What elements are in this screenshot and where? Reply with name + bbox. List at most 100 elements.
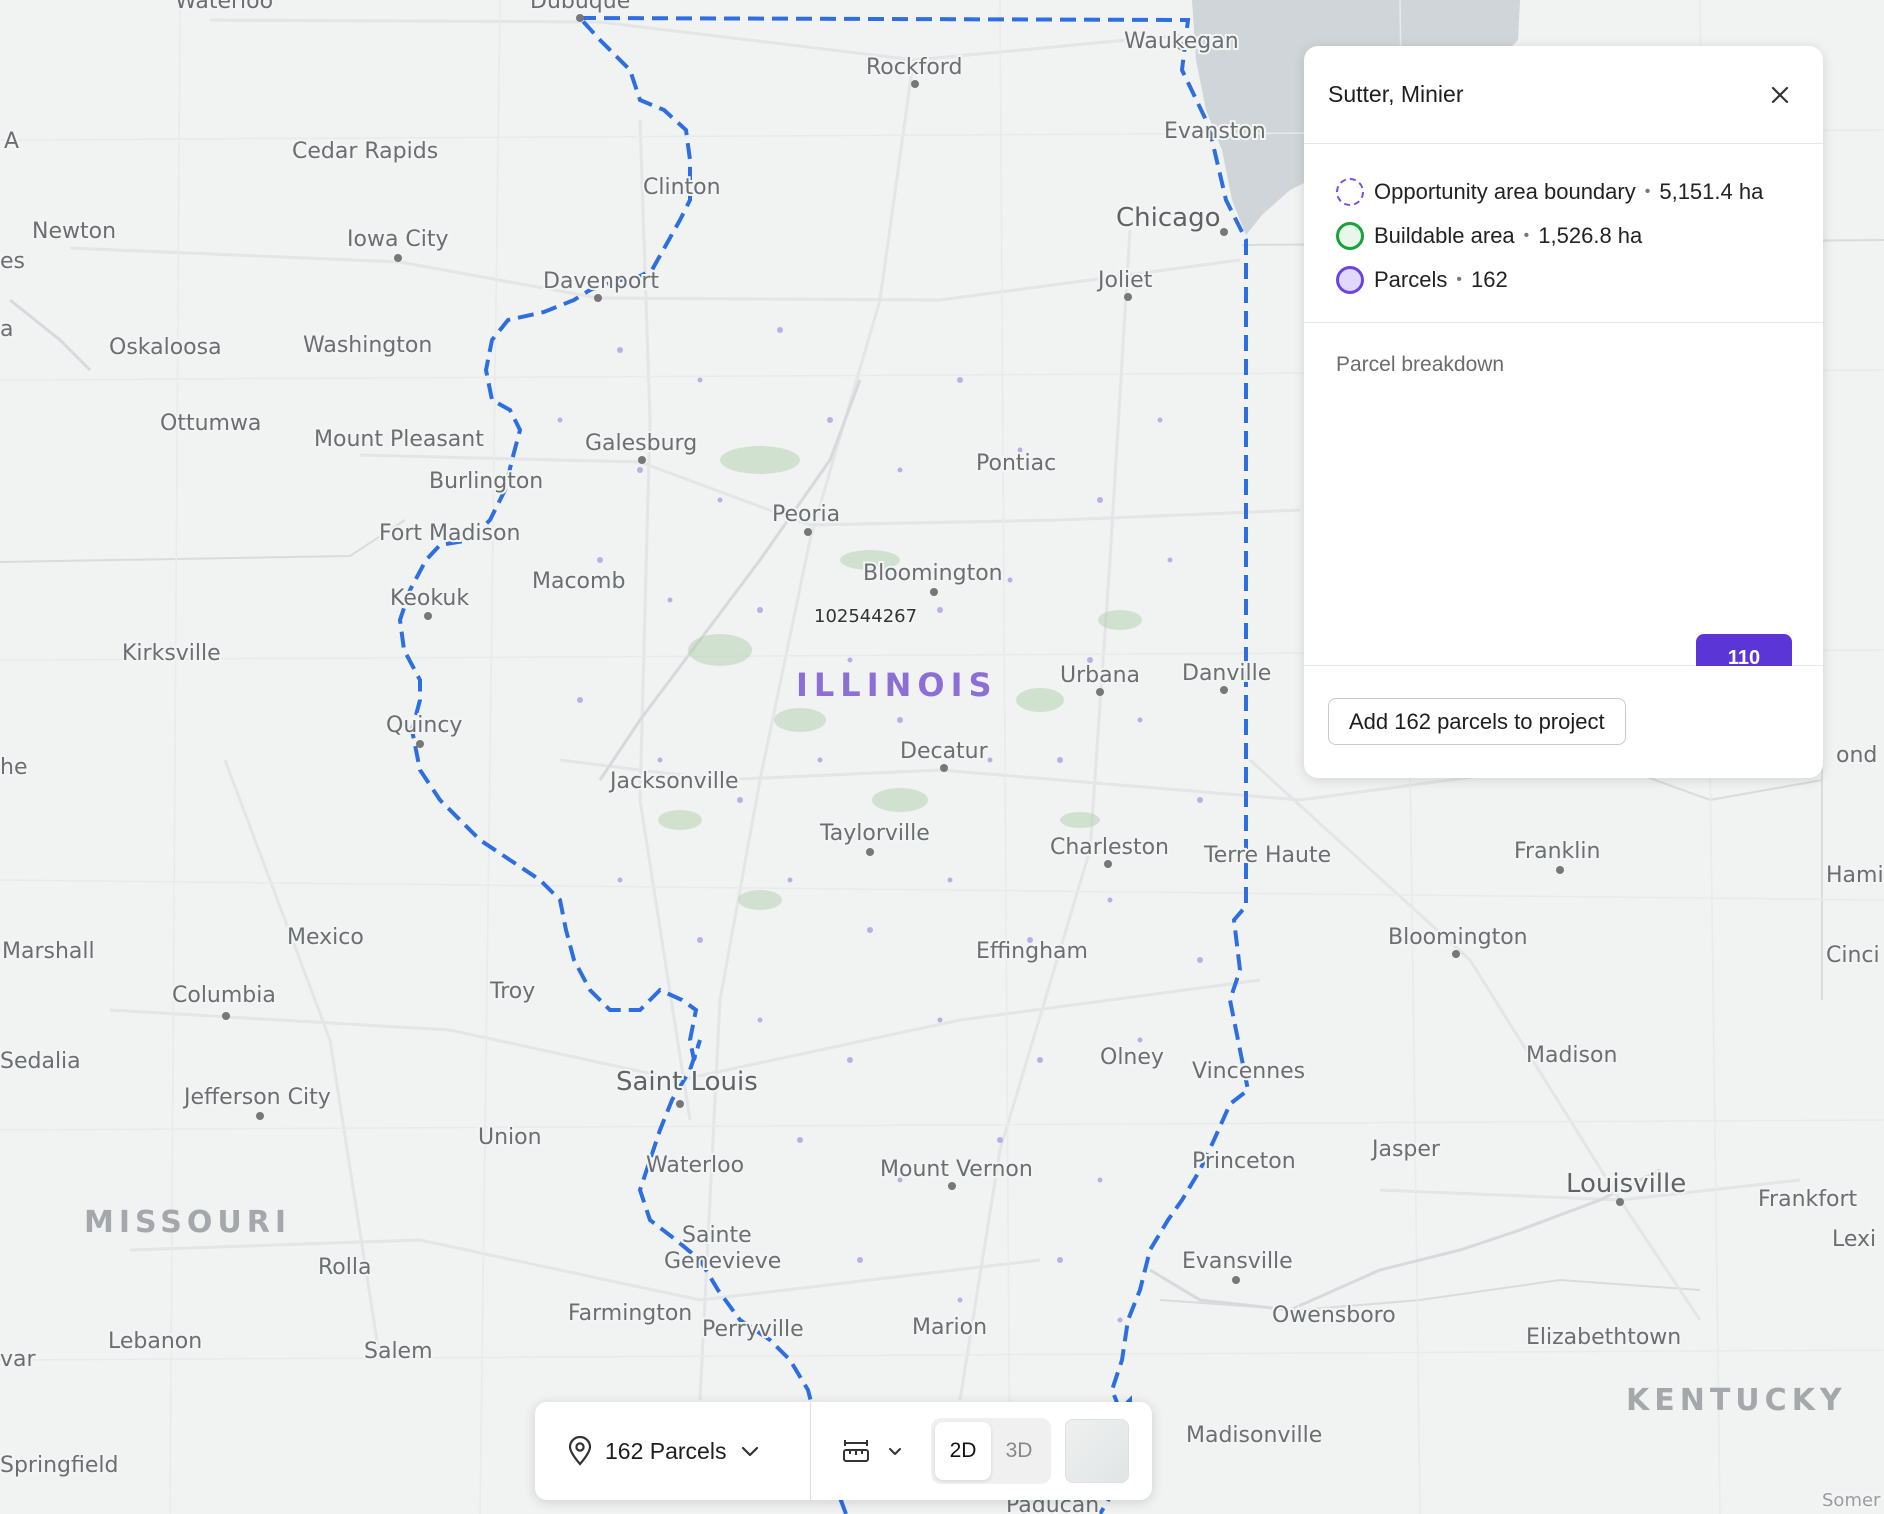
- city-label: Bloomington: [1388, 925, 1528, 950]
- city-label: Sedalia: [0, 1049, 81, 1074]
- state-label-kentucky: KENTUCKY: [1626, 1383, 1847, 1418]
- city-label: Oskaloosa: [109, 335, 222, 360]
- city-label: Taylorville: [819, 821, 930, 846]
- city-label: Genevieve: [664, 1249, 781, 1274]
- city-label: Newton: [32, 219, 116, 244]
- measure-tool[interactable]: [811, 1402, 903, 1500]
- city-label: Charleston: [1050, 835, 1169, 860]
- city-label: Evansville: [1182, 1249, 1293, 1274]
- city-label: Sainte: [682, 1223, 752, 1248]
- buildable-swatch-icon: [1336, 222, 1364, 250]
- city-label: Peoria: [772, 502, 840, 527]
- city-label: Mount Vernon: [880, 1157, 1033, 1182]
- basemap-switcher[interactable]: [1065, 1419, 1129, 1483]
- mode-3d-button[interactable]: 3D: [991, 1422, 1047, 1480]
- parcels-swatch-icon: [1336, 266, 1364, 294]
- separator-dot: •: [1523, 227, 1530, 244]
- city-label: Frankfort: [1758, 1187, 1858, 1212]
- separator-dot: •: [1456, 271, 1462, 288]
- legend-item-buildable: Buildable area • 1,526.8 ha: [1336, 214, 1791, 258]
- parcel-breakdown-chart: 11<1 ha181–5 ha235–10 ha11010+ ha: [1696, 634, 1792, 666]
- panel-title: Sutter, Minier: [1328, 81, 1464, 107]
- city-label: Clinton: [643, 175, 721, 200]
- location-pin-icon: [568, 1436, 592, 1466]
- city-label: Joliet: [1096, 268, 1153, 293]
- city-label: Waterloo: [175, 0, 273, 14]
- city-label: Dubuque: [530, 0, 630, 14]
- city-label: Decatur: [900, 739, 989, 764]
- city-label: Perryville: [702, 1317, 804, 1342]
- parcels-dropdown[interactable]: 162 Parcels: [535, 1402, 811, 1500]
- view-mode-toggle: 2D 3D: [931, 1418, 1051, 1484]
- panel-footer: Add 162 parcels to project: [1304, 666, 1823, 777]
- city-label: Pontiac: [976, 451, 1056, 476]
- city-label: Ottumwa: [160, 411, 261, 436]
- parcels-count-label: 162 Parcels: [605, 1437, 727, 1464]
- legend: Opportunity area boundary • 5,151.4 ha B…: [1304, 144, 1823, 323]
- city-label: Lebanon: [108, 1329, 202, 1354]
- city-label: Kirksville: [122, 641, 221, 666]
- city-label: Union: [478, 1125, 542, 1150]
- city-label: Galesburg: [585, 431, 697, 456]
- legend-label: Parcels: [1374, 267, 1448, 292]
- city-label: Waterloo: [646, 1153, 744, 1178]
- close-icon: [1771, 86, 1789, 103]
- city-label: Mount Pleasant: [314, 427, 484, 452]
- city-label: Jefferson City: [182, 1085, 331, 1110]
- parcel-id-label: 102544267: [814, 606, 917, 627]
- city-label: Salem: [364, 1339, 433, 1364]
- edge-label: he: [0, 755, 27, 780]
- edge-label: Lexi: [1832, 1227, 1876, 1252]
- city-label: Louisville: [1566, 1169, 1686, 1199]
- legend-item-parcels: Parcels • 162: [1336, 258, 1791, 302]
- state-label-illinois: ILLINOIS: [796, 666, 998, 704]
- city-label: Farmington: [568, 1301, 692, 1326]
- city-label: Owensboro: [1272, 1303, 1396, 1328]
- map-credit: Somer: [1822, 1490, 1881, 1511]
- city-label: Effingham: [976, 939, 1088, 964]
- boundary-swatch-icon: [1336, 178, 1364, 206]
- edge-label: var: [0, 1347, 37, 1372]
- city-label: Rolla: [318, 1255, 371, 1280]
- city-label: Fort Madison: [379, 521, 520, 546]
- city-label: Bloomington: [863, 561, 1003, 586]
- city-label: Urbana: [1060, 663, 1140, 688]
- ruler-icon: [843, 1440, 869, 1462]
- city-label: Evanston: [1164, 119, 1266, 144]
- city-label: Vincennes: [1192, 1059, 1305, 1084]
- legend-label: Opportunity area boundary: [1374, 179, 1636, 204]
- legend-value: 5,151.4 ha: [1659, 179, 1764, 204]
- city-label: Jacksonville: [608, 769, 739, 794]
- city-label: Elizabethtown: [1526, 1325, 1681, 1350]
- separator-dot: •: [1644, 183, 1651, 200]
- city-label: Madisonville: [1186, 1423, 1322, 1448]
- city-label: Princeton: [1192, 1149, 1296, 1174]
- add-parcels-button[interactable]: Add 162 parcels to project: [1328, 698, 1626, 745]
- edge-label: Hami: [1826, 863, 1884, 888]
- edge-label: Cinci: [1826, 943, 1880, 968]
- bar-value-label: 110: [1728, 647, 1760, 666]
- map-toolbar: 162 Parcels 2D 3D: [535, 1402, 1152, 1500]
- city-label: Columbia: [172, 983, 276, 1008]
- city-label: Waukegan: [1124, 29, 1239, 54]
- city-label: Macomb: [532, 569, 625, 594]
- legend-value: 162: [1470, 267, 1508, 292]
- city-label: Danville: [1182, 661, 1271, 686]
- city-label: Olney: [1100, 1045, 1164, 1070]
- state-label-missouri: MISSOURI: [84, 1205, 291, 1240]
- panel-header: Sutter, Minier: [1304, 46, 1823, 144]
- chevron-down-icon: [742, 1446, 759, 1457]
- chevron-down-icon: [889, 1448, 901, 1455]
- city-label: Keokuk: [390, 586, 469, 611]
- city-label: Marion: [912, 1315, 987, 1340]
- city-label: Madison: [1526, 1043, 1617, 1068]
- parcel-breakdown: Parcel breakdown 11<1 ha181–5 ha235–10 h…: [1304, 323, 1823, 666]
- legend-value: 1,526.8 ha: [1538, 223, 1643, 248]
- info-panel: Sutter, Minier Opportunity area boundary…: [1304, 46, 1823, 778]
- city-label: Mexico: [287, 925, 364, 950]
- city-label: Iowa City: [347, 227, 449, 252]
- legend-item-boundary: Opportunity area boundary • 5,151.4 ha: [1336, 170, 1791, 214]
- city-label: Chicago: [1116, 203, 1221, 233]
- mode-2d-button[interactable]: 2D: [935, 1422, 991, 1480]
- close-button[interactable]: [1763, 78, 1797, 112]
